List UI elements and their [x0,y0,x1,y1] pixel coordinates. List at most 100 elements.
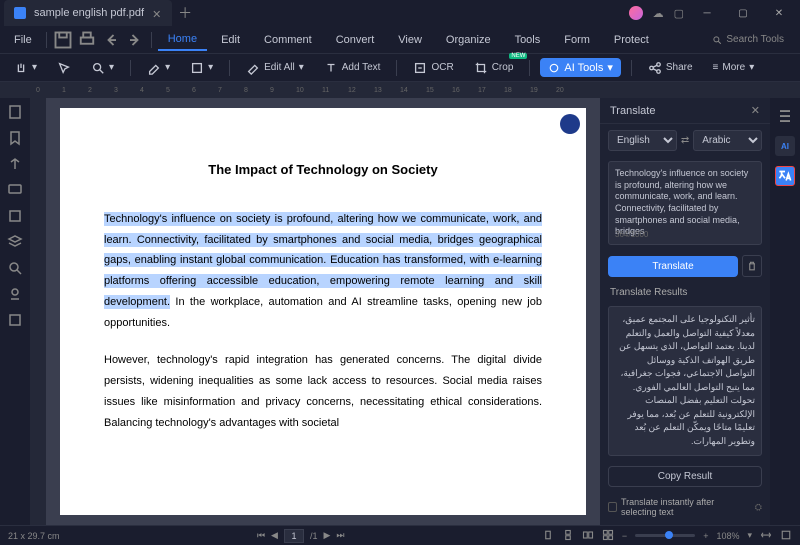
tab-title: sample english pdf.pdf [34,7,144,19]
menubar: File Home Edit Comment Convert View Orga… [0,26,800,54]
undo-icon[interactable] [101,30,121,50]
page-dimensions: 21 x 29.7 cm [8,531,60,541]
notifications-icon[interactable]: ☁ [653,7,664,20]
fields-icon[interactable] [7,208,23,224]
view-continuous-icon[interactable] [562,529,574,543]
pdf-icon [14,7,26,19]
first-page-icon[interactable]: ⏮ [257,530,265,541]
ai-tools-button[interactable]: AI Tools▾ [540,58,620,77]
sidebar-left [0,98,30,525]
add-tab-button[interactable]: ＋ [178,3,192,23]
translate-button[interactable]: Translate [608,256,738,277]
zoom-tool[interactable]: ▾ [85,59,120,77]
thumbnails-icon[interactable] [7,104,23,120]
select-tool[interactable] [51,59,77,77]
ruler-vertical [30,98,46,525]
search-tools[interactable]: Search Tools [712,34,794,45]
page-badge-icon [560,114,580,134]
attachments-icon[interactable] [7,156,23,172]
add-text-button[interactable]: Add Text [318,59,387,77]
more-button[interactable]: ≡ More▾ [707,60,761,75]
edit-all-button[interactable]: Edit All▾ [240,59,310,77]
page-input[interactable] [284,529,304,543]
crop-button[interactable]: Crop [468,59,520,77]
tab-edit[interactable]: Edit [211,30,250,50]
last-page-icon[interactable]: ⏭ [336,530,344,541]
gift-icon[interactable]: ▢ [674,7,684,20]
prev-page-icon[interactable]: ◀ [271,530,278,541]
target-language-select[interactable]: Arabic [693,130,762,151]
bookmarks-icon[interactable] [7,130,23,146]
highlight-tool[interactable]: ▾ [141,59,176,77]
pager: ⏮ ◀ /1 ▶ ⏭ [257,529,345,543]
maximize-button[interactable]: ▢ [730,2,756,24]
tab-view[interactable]: View [388,30,432,50]
titlebar: sample english pdf.pdf ✕ ＋ ☁ ▢ ─ ▢ ✕ [0,0,800,26]
redo-icon[interactable] [125,30,145,50]
search-placeholder: Search Tools [726,34,784,45]
account-icon[interactable] [629,6,643,20]
instant-translate-checkbox[interactable] [608,502,617,512]
zoom-value: 108% [716,531,739,541]
pdf-page: The Impact of Technology on Society Tech… [60,108,586,515]
view-facing-cont-icon[interactable] [602,529,614,543]
fit-width-icon[interactable] [760,529,772,543]
document-area[interactable]: The Impact of Technology on Society Tech… [46,98,600,525]
stamp-icon[interactable] [7,286,23,302]
document-title: The Impact of Technology on Society [104,158,542,183]
search-panel-icon[interactable] [7,260,23,276]
print-icon[interactable] [77,30,97,50]
view-single-icon[interactable] [542,529,554,543]
copy-result-button[interactable]: Copy Result [608,466,762,487]
minimize-button[interactable]: ─ [694,2,720,24]
file-menu[interactable]: File [6,34,40,46]
statusbar: 21 x 29.7 cm ⏮ ◀ /1 ▶ ⏭ − + 108% ▾ [0,525,800,545]
settings-small-icon[interactable]: ⛭ [755,502,762,513]
view-facing-icon[interactable] [582,529,594,543]
share-button[interactable]: Share [642,59,699,77]
results-label: Translate Results [600,283,770,302]
next-page-icon[interactable]: ▶ [323,530,330,541]
layers-icon[interactable] [7,234,23,250]
source-language-select[interactable]: English [608,130,677,151]
close-tab-icon[interactable]: ✕ [152,8,162,18]
comments-icon[interactable] [7,182,23,198]
zoom-slider[interactable] [635,534,695,537]
tab-organize[interactable]: Organize [436,30,501,50]
tab-home[interactable]: Home [158,29,207,51]
swap-languages-icon[interactable]: ⇄ [681,135,689,146]
zoom-dropdown-icon[interactable]: ▾ [747,530,752,541]
result-text-box[interactable]: تأثير التكنولوجيا على المجتمع عميق، معدل… [608,306,762,456]
properties-icon[interactable] [775,106,795,126]
delete-button[interactable] [742,255,762,277]
ocr-button[interactable]: OCR [407,59,459,77]
ai-assistant-icon[interactable]: AI [775,136,795,156]
ruler-horizontal: 01234567891011121314151617181920 [0,82,800,98]
source-text-box[interactable]: Technology's influence on society is pro… [608,161,762,245]
tab-form[interactable]: Form [554,30,600,50]
note-tool[interactable]: ▾ [184,59,219,77]
close-panel-icon[interactable]: ✕ [751,104,760,117]
paragraph-1: Technology's influence on society is pro… [104,209,542,334]
signatures-icon[interactable] [7,312,23,328]
page-total: /1 [310,531,318,541]
sidebar-right: AI [770,98,800,525]
tab-tools[interactable]: Tools [505,30,551,50]
char-count: 364/1000 [615,230,648,240]
panel-title: Translate [610,105,655,117]
zoom-in-icon[interactable]: + [703,531,708,541]
highlighted-text[interactable]: Technology's influence on society is pro… [104,212,542,310]
tab-comment[interactable]: Comment [254,30,322,50]
tab-convert[interactable]: Convert [326,30,385,50]
fit-page-icon[interactable] [780,529,792,543]
tab-protect[interactable]: Protect [604,30,659,50]
document-tab[interactable]: sample english pdf.pdf ✕ [4,0,172,26]
translate-tool-icon[interactable] [775,166,795,186]
save-icon[interactable] [53,30,73,50]
zoom-out-icon[interactable]: − [622,531,627,541]
translate-panel: Translate ✕ English ⇄ Arabic Technology'… [600,98,770,525]
toolbar: ▾ ▾ ▾ ▾ Edit All▾ Add Text OCR Crop AI T… [0,54,800,82]
paragraph-2: However, technology's rapid integration … [104,350,542,434]
hand-tool[interactable]: ▾ [8,59,43,77]
close-button[interactable]: ✕ [766,2,792,24]
